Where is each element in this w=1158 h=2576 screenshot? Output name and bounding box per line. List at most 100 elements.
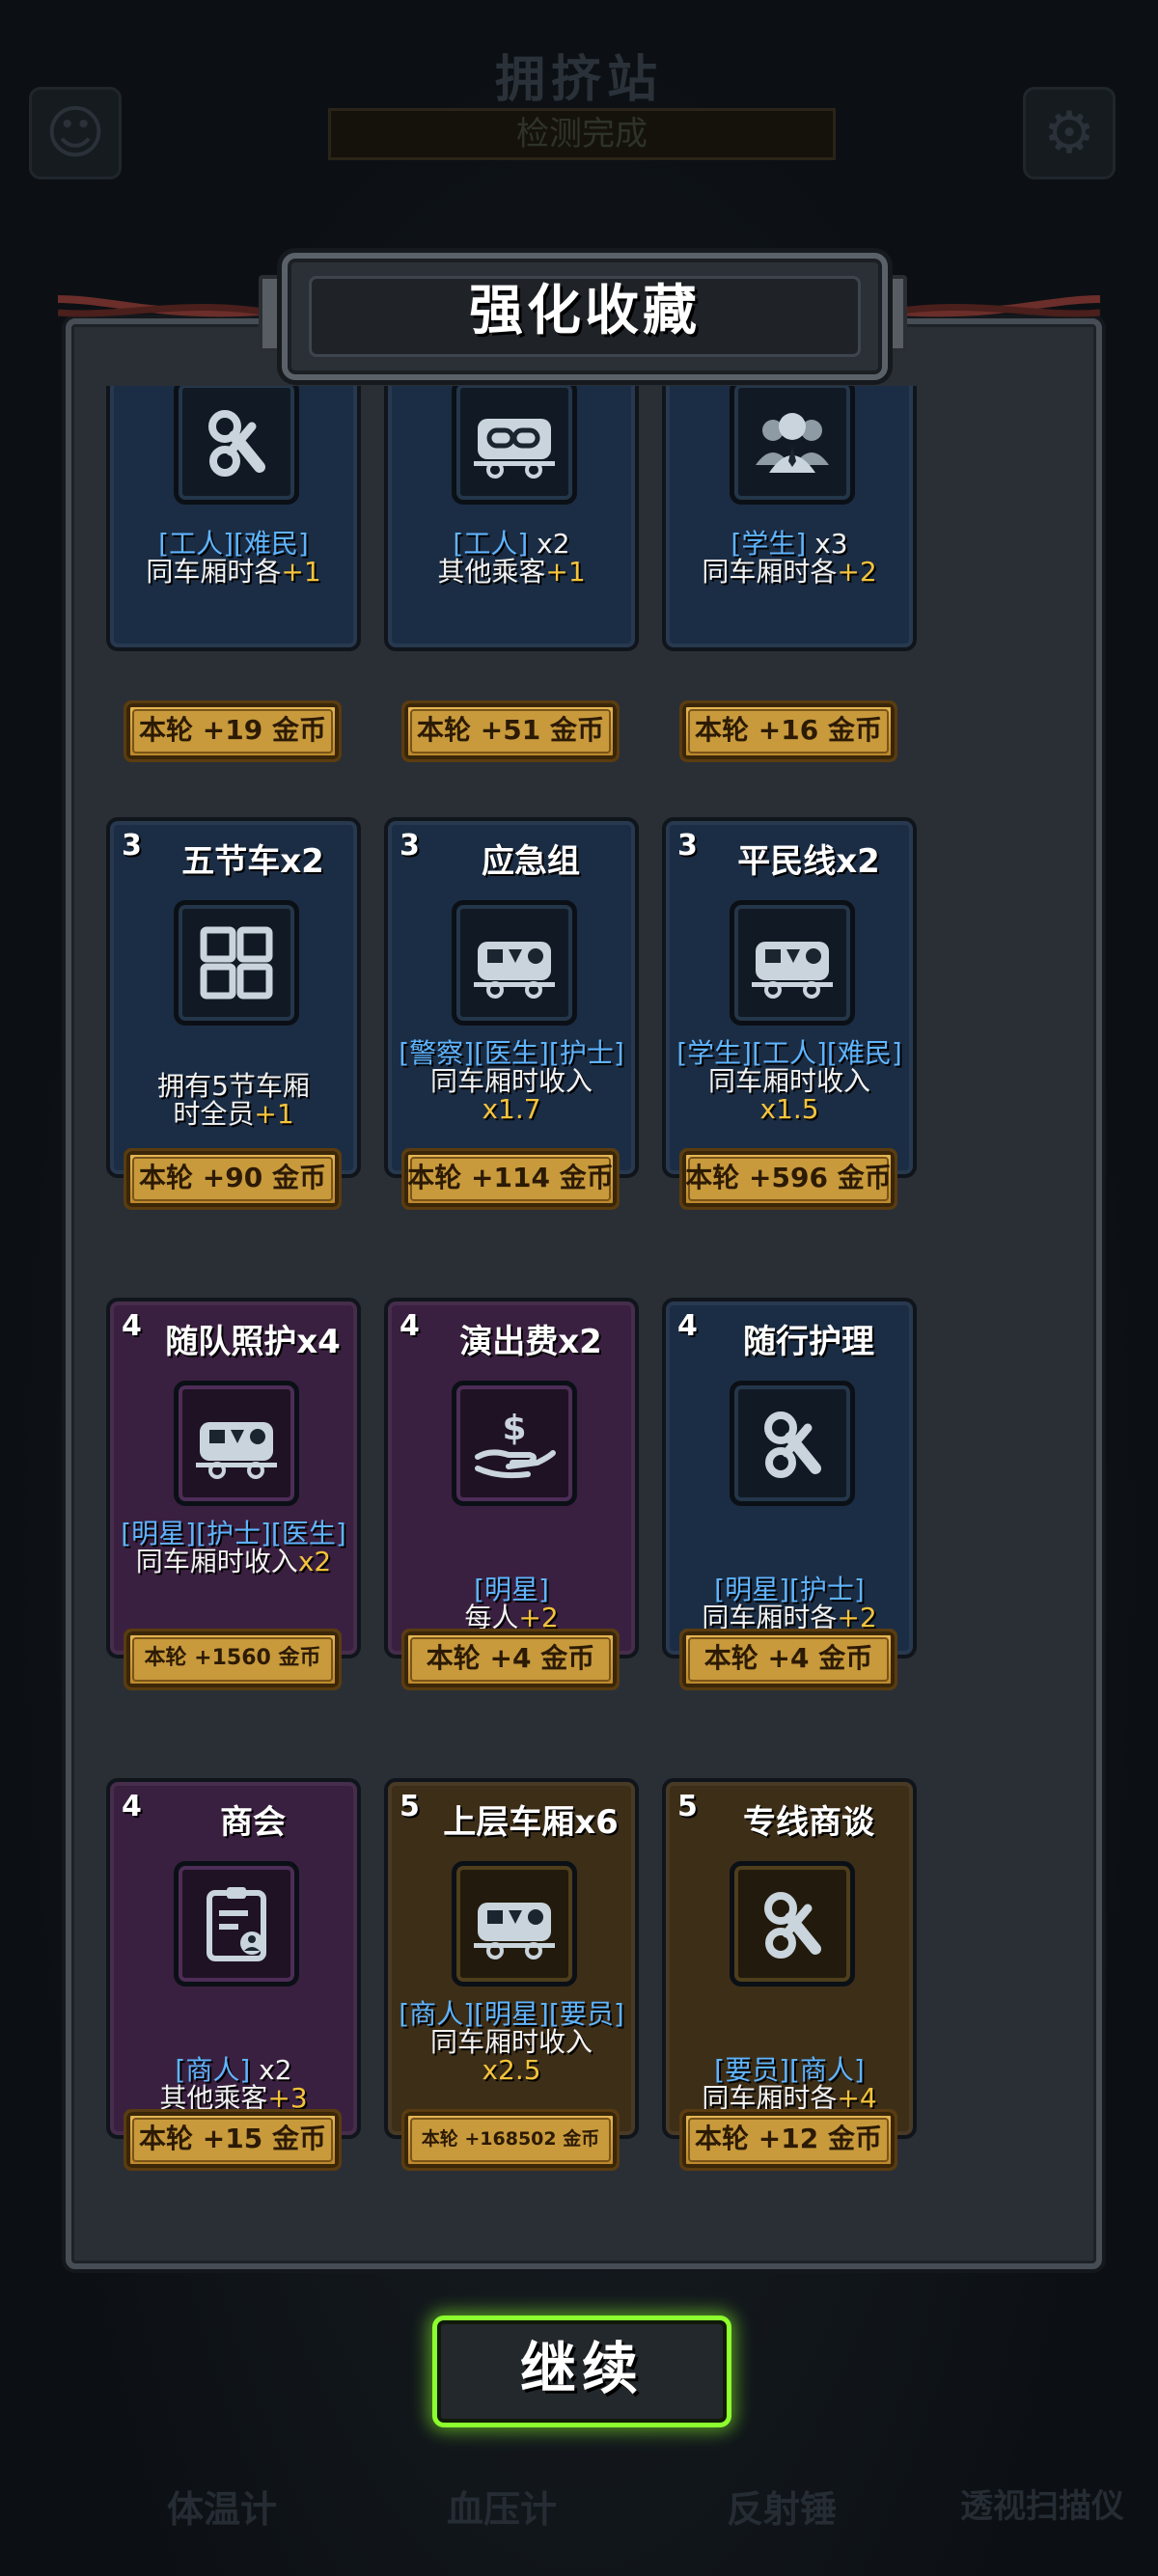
card-description: [明星] 每人+2 <box>396 1576 627 1631</box>
card-description: [学生] x3 同车厢时各+2 <box>674 530 905 586</box>
card-description: [明星][护士] 同车厢时各+2 <box>674 1576 905 1631</box>
linked-wagon-icon <box>452 386 577 505</box>
card-description: [学生][工人][难民] 同车厢时收入 x1.5 <box>674 1039 905 1123</box>
card-title: 演出费x2 <box>459 1323 602 1361</box>
group-icon <box>730 386 855 505</box>
round-reward-text: 本轮 +596 金币 <box>685 1162 892 1193</box>
card-description: [商人][明星][要员] 同车厢时收入 x2.5 <box>396 2000 627 2084</box>
round-reward-text: 本轮 +90 金币 <box>139 1162 326 1193</box>
card-description: 拥有5节车厢 时全员+1 <box>118 1072 349 1128</box>
card-bonus-value: x1.7 <box>482 1093 541 1125</box>
dialog-title: 强化收藏 <box>469 280 701 343</box>
upgrade-card[interactable]: 5 上层车厢x6 [商人][明星][要员] 同车厢时收入 x2.5 <box>384 1778 639 2139</box>
round-reward-badge: 本轮 +1560 金币 <box>124 1629 342 1690</box>
background-station-title: 拥挤站 <box>494 51 663 109</box>
upgrade-card[interactable]: [学生] x3 同车厢时各+2 <box>662 386 917 651</box>
round-reward-text: 本轮 +4 金币 <box>426 1642 595 1674</box>
card-bonus-value: x2 <box>297 1546 332 1577</box>
upgrade-card[interactable]: 3 五节车x2 拥有5节车厢 时全员+1 <box>106 817 361 1178</box>
round-reward-text: 本轮 +168502 金币 <box>421 2128 600 2150</box>
settings-gear-icon: ⚙ <box>1023 87 1116 179</box>
upgrade-card[interactable]: [工人][难民] 同车厢时各+1 <box>106 386 361 651</box>
round-reward-badge: 本轮 +51 金币 <box>401 700 620 762</box>
wagon-icon <box>452 900 577 1026</box>
card-title: 专线商谈 <box>743 1803 874 1842</box>
tab-blood-pressure: 血压计 <box>446 2488 557 2531</box>
tab-xray-scanner: 透视扫描仪 <box>960 2487 1124 2526</box>
card-description: [警察][医生][护士] 同车厢时收入 x1.7 <box>396 1039 627 1123</box>
continue-button-label: 继续 <box>519 2336 644 2401</box>
card-title: 五节车x2 <box>181 842 324 881</box>
upgrade-card[interactable]: [工人] x2 其他乘客+1 <box>384 386 639 651</box>
round-reward-badge: 本轮 +12 金币 <box>679 2109 897 2171</box>
upgrade-card[interactable]: 3 平民线x2 [学生][工人][难民] 同车厢时收入 x1.5 <box>662 817 917 1178</box>
round-reward-text: 本轮 +12 金币 <box>695 2123 882 2154</box>
upgrade-card[interactable]: 3 应急组 [警察][医生][护士] 同车厢时收入 x1.7 <box>384 817 639 1178</box>
card-bonus-value: +2 <box>837 556 877 588</box>
card-tier: 5 <box>677 1790 698 1823</box>
tab-thermometer: 体温计 <box>166 2488 277 2531</box>
round-reward-text: 本轮 +51 金币 <box>417 714 604 746</box>
card-bonus-value: +1 <box>545 556 586 588</box>
round-reward-badge: 本轮 +15 金币 <box>124 2109 342 2171</box>
upgrade-card[interactable]: 4 随行护理 [明星][护士] 同车厢时各+2 <box>662 1298 917 1658</box>
upgrade-card[interactable]: 4 随队照护x4 [明星][护士][医生] 同车厢时收入x2 <box>106 1298 361 1658</box>
card-bonus-value: x2.5 <box>482 2054 541 2086</box>
card-bonus-value: +1 <box>254 1098 294 1130</box>
card-tier: 3 <box>677 829 698 863</box>
background-status-banner: 检测完成 <box>328 108 836 160</box>
wagon-icon <box>730 900 855 1026</box>
round-reward-badge: 本轮 +114 金币 <box>401 1148 620 1210</box>
tab-reflex-hammer: 反射锤 <box>726 2488 837 2531</box>
dialog-title-bar: 强化收藏 <box>282 253 888 380</box>
card-description: [工人] x2 其他乘客+1 <box>396 530 627 586</box>
round-reward-badge: 本轮 +90 金币 <box>124 1148 342 1210</box>
round-reward-text: 本轮 +1560 金币 <box>144 1646 321 1670</box>
card-tier: 4 <box>400 1309 420 1343</box>
card-tier: 4 <box>677 1309 698 1343</box>
card-scroll-area[interactable]: [工人][难民] 同车厢时各+1 本轮 +19 金币 [工人] x2 其他乘客+1 本轮 … <box>71 386 1085 2248</box>
card-effect-text: 同车厢时各 <box>702 556 838 588</box>
card-title: 随队照护x4 <box>165 1323 341 1361</box>
upgrade-card[interactable]: 4 演出费x2 [明星] 每人+2 <box>384 1298 639 1658</box>
card-description: [商人] x2 其他乘客+3 <box>118 2056 349 2112</box>
key-wrench-icon <box>174 386 299 505</box>
card-tier: 4 <box>122 1790 142 1823</box>
wagon-icon <box>174 1381 299 1506</box>
money-hand-icon <box>452 1381 577 1506</box>
card-description: [工人][难民] 同车厢时各+1 <box>118 530 349 586</box>
left-cable-decoration <box>58 295 290 320</box>
card-title: 商会 <box>220 1803 286 1842</box>
card-description: [要员][商人] 同车厢时各+4 <box>674 2056 905 2112</box>
card-title: 平民线x2 <box>737 842 880 881</box>
add-passenger-icon: ☺ <box>29 87 122 179</box>
round-reward-text: 本轮 +15 金币 <box>139 2123 326 2154</box>
upgrade-card[interactable]: 4 商会 [商人] x2 其他乘客+3 <box>106 1778 361 2139</box>
round-reward-text: 本轮 +4 金币 <box>703 1642 873 1674</box>
card-title: 应急组 <box>482 842 580 881</box>
card-tier: 3 <box>122 829 142 863</box>
upgrade-card[interactable]: 5 专线商谈 [要员][商人] 同车厢时各+4 <box>662 1778 917 2139</box>
card-tier: 5 <box>400 1790 420 1823</box>
four-squares-icon <box>174 900 299 1026</box>
key-wrench-icon <box>730 1381 855 1506</box>
card-effect-text-2: 时全员 <box>173 1098 255 1130</box>
card-effect-text: 同车厢时各 <box>146 556 282 588</box>
round-reward-text: 本轮 +16 金币 <box>695 714 882 746</box>
card-title: 上层车厢x6 <box>443 1803 619 1842</box>
wagon-icon <box>452 1861 577 1987</box>
continue-button[interactable]: 继续 <box>432 2316 731 2427</box>
round-reward-badge: 本轮 +19 金币 <box>124 700 342 762</box>
round-reward-badge: 本轮 +596 金币 <box>679 1148 897 1210</box>
round-reward-text: 本轮 +114 金币 <box>407 1162 614 1193</box>
card-description: [明星][护士][医生] 同车厢时收入x2 <box>118 1520 349 1576</box>
card-effect-text: 同车厢时收入 <box>135 1546 298 1577</box>
round-reward-text: 本轮 +19 金币 <box>139 714 326 746</box>
round-reward-badge: 本轮 +16 金币 <box>679 700 897 762</box>
card-tier: 4 <box>122 1309 142 1343</box>
key-wrench-icon <box>730 1861 855 1987</box>
card-tier: 3 <box>400 829 420 863</box>
card-bonus-value: x1.5 <box>759 1093 819 1125</box>
card-effect-text: 其他乘客 <box>437 556 546 588</box>
card-title: 随行护理 <box>743 1323 874 1361</box>
